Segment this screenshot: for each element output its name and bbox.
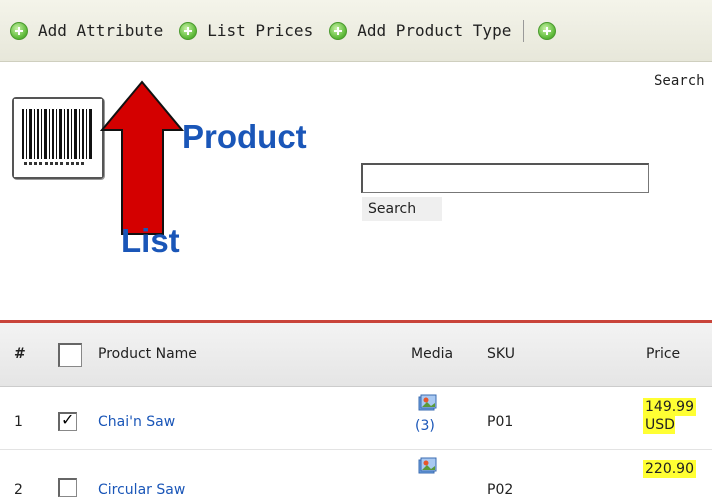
media-image-icon[interactable]	[416, 392, 438, 414]
list-prices-button[interactable]: List Prices	[179, 21, 313, 40]
red-arrow-annotation	[100, 80, 184, 235]
add-icon	[10, 21, 28, 40]
page-title-line2: List	[121, 222, 180, 259]
column-header-number: #	[14, 346, 26, 362]
row-checkbox[interactable]	[58, 478, 77, 497]
toolbar: Add Attribute List Prices Add Product Ty…	[0, 0, 712, 62]
price-amount: 149.99	[643, 398, 696, 416]
search-link[interactable]: Search	[654, 73, 705, 89]
sku-value: P01	[487, 414, 514, 430]
price-currency: USD	[643, 416, 675, 434]
add-icon	[329, 21, 348, 40]
column-header-sku[interactable]: SKU	[487, 346, 515, 362]
search-button[interactable]: Search	[362, 197, 442, 221]
add-product-type-button[interactable]: Add Product Type	[329, 21, 511, 40]
toolbar-divider	[523, 19, 525, 42]
search-input[interactable]	[361, 163, 649, 193]
page-title-line1: Product	[182, 118, 307, 155]
row-checkbox[interactable]: ✓	[58, 410, 77, 431]
row-number: 2	[14, 482, 23, 498]
column-header-media: Media	[411, 346, 454, 362]
select-all-checkbox[interactable]	[58, 343, 82, 367]
add-icon[interactable]	[538, 21, 557, 40]
media-count-link[interactable]: (3)	[415, 418, 435, 434]
column-header-price[interactable]: Price	[646, 346, 680, 362]
column-header-product-name[interactable]: Product Name	[98, 346, 197, 362]
price-amount: 220.90	[643, 460, 696, 478]
product-name-link[interactable]: Circular Saw	[98, 482, 185, 498]
list-prices-label: List Prices	[207, 21, 314, 40]
barcode-icon	[12, 97, 104, 179]
product-name-link[interactable]: Chai'n Saw	[98, 414, 175, 430]
checkmark-icon: ✓	[61, 410, 75, 429]
row-number: 1	[14, 414, 23, 430]
add-attribute-label: Add Attribute	[38, 21, 164, 40]
add-attribute-button[interactable]: Add Attribute	[10, 21, 163, 40]
sku-value: P02	[487, 482, 514, 498]
media-image-icon[interactable]	[416, 455, 438, 477]
add-product-type-label: Add Product Type	[357, 21, 512, 40]
add-icon	[179, 21, 198, 40]
